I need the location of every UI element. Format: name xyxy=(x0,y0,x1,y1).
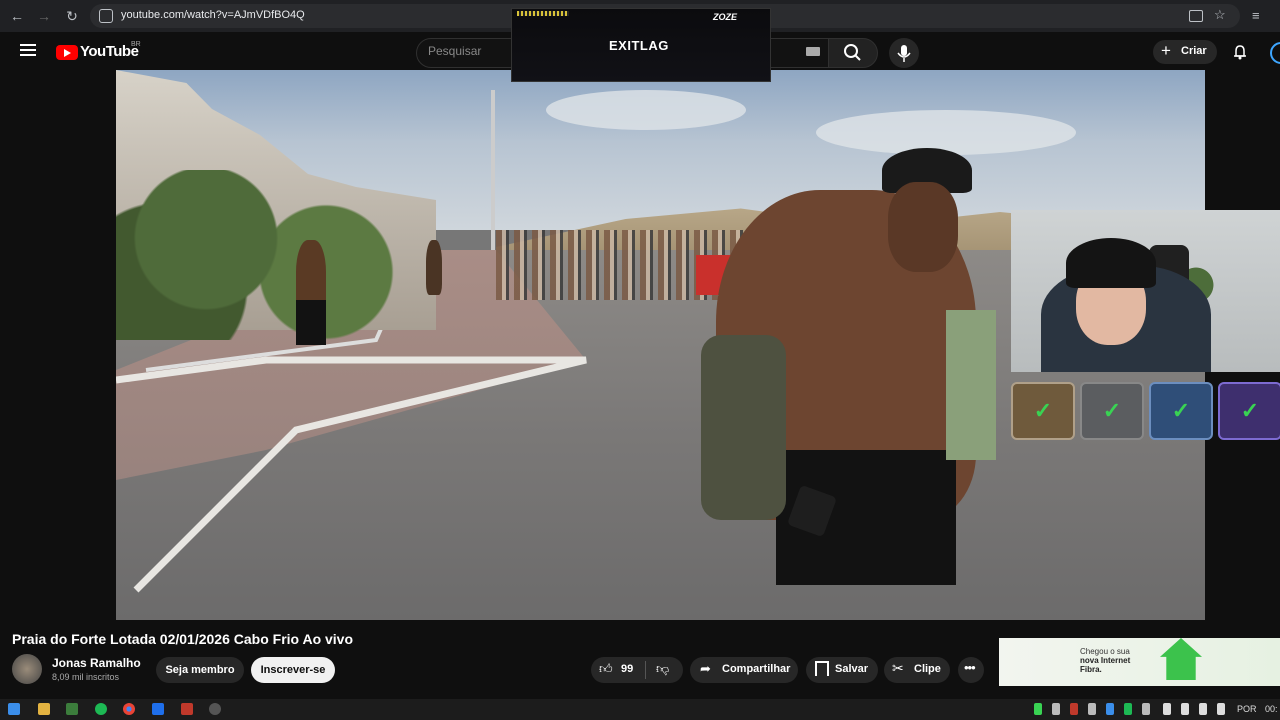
spotify-icon[interactable] xyxy=(95,703,107,715)
notifications-bell-icon[interactable] xyxy=(1232,44,1248,65)
banner-brand: EXITLAG xyxy=(609,38,669,53)
url-text: youtube.com/watch?v=AJmVDfBO4Q xyxy=(121,9,305,21)
browser-menu-icon[interactable]: ≡ xyxy=(1252,8,1260,23)
video-person-left-shorts xyxy=(296,300,326,345)
region-badge: BR xyxy=(131,41,141,48)
tray-icon[interactable] xyxy=(1034,703,1042,715)
tray-icon[interactable] xyxy=(1052,703,1060,715)
subscribe-button[interactable]: Inscrever-se xyxy=(251,657,335,683)
search-icon xyxy=(844,44,861,61)
chrome-icon[interactable] xyxy=(123,703,135,715)
tray-icon[interactable] xyxy=(1124,703,1132,715)
install-app-icon[interactable] xyxy=(1189,10,1203,22)
file-explorer-icon[interactable] xyxy=(38,703,50,715)
microphone-icon xyxy=(897,45,911,62)
ad-line-1: Chegou o sua xyxy=(1080,647,1130,656)
video-person-runner xyxy=(426,240,442,295)
reload-icon[interactable]: ↻ xyxy=(64,8,80,24)
back-icon[interactable]: ← xyxy=(9,8,25,24)
check-icon: ✓ xyxy=(1102,398,1122,423)
keyboard-icon[interactable] xyxy=(806,47,820,56)
like-icon[interactable]: 👍︎ xyxy=(599,661,613,677)
channel-name[interactable]: Jonas Ramalho xyxy=(52,656,141,670)
create-label: Criar xyxy=(1181,45,1207,57)
subscriber-count: 8,09 mil inscritos xyxy=(52,672,120,682)
tray-icon[interactable] xyxy=(1106,703,1114,715)
share-icon: ➦ xyxy=(700,661,711,676)
youtube-logo-icon[interactable] xyxy=(56,45,78,60)
voice-search-button[interactable] xyxy=(889,38,919,68)
ad-line-3: Fibra. xyxy=(1080,665,1102,674)
video-trees xyxy=(116,170,416,340)
clip-label: Clipe xyxy=(914,663,941,675)
store-icon[interactable] xyxy=(66,703,78,715)
channel-avatar[interactable] xyxy=(12,654,42,684)
app-icon-gray[interactable] xyxy=(209,703,221,715)
plus-icon: + xyxy=(1161,41,1171,60)
taskbar-clock[interactable]: 00: xyxy=(1265,704,1278,714)
windows-start-icon[interactable] xyxy=(8,703,20,715)
save-icon xyxy=(815,661,829,676)
tray-icon[interactable] xyxy=(1088,703,1096,715)
network-icon[interactable] xyxy=(1181,703,1189,715)
share-label: Compartilhar xyxy=(722,663,791,675)
forward-icon[interactable]: → xyxy=(36,8,52,24)
like-divider xyxy=(645,661,646,679)
like-count: 99 xyxy=(621,663,634,675)
item-slot-3: ✓ xyxy=(1149,382,1213,440)
check-icon: ✓ xyxy=(1171,398,1191,423)
tray-icon[interactable] xyxy=(1142,703,1150,715)
check-icon: ✓ xyxy=(1240,398,1260,423)
app-icon-blue[interactable] xyxy=(152,703,164,715)
menu-icon[interactable] xyxy=(20,44,36,46)
scissors-icon: ✂ xyxy=(892,660,904,676)
check-icon: ✓ xyxy=(1033,398,1053,423)
speaker-icon[interactable] xyxy=(1217,703,1225,715)
video-face xyxy=(888,182,958,272)
video-lamp-post xyxy=(491,90,495,250)
item-slot-4: ✓ xyxy=(1218,382,1280,440)
item-slot-2: ✓ xyxy=(1080,382,1144,440)
search-button[interactable] xyxy=(828,38,878,68)
join-button[interactable]: Seja membro xyxy=(156,657,244,683)
app-icon-red[interactable] xyxy=(181,703,193,715)
streamer-webcam xyxy=(1011,210,1280,372)
battery-icon[interactable] xyxy=(1199,703,1207,715)
search-placeholder: Pesquisar xyxy=(428,44,482,58)
site-info-icon[interactable] xyxy=(99,9,113,23)
tray-icon[interactable] xyxy=(1070,703,1078,715)
more-icon: ••• xyxy=(964,660,976,675)
banner-partner: ZOZE xyxy=(713,12,737,22)
sponsored-ad[interactable] xyxy=(999,638,1280,686)
item-slot-1: ✓ xyxy=(1011,382,1075,440)
video-title: Praia do Forte Lotada 02/01/2026 Cabo Fr… xyxy=(12,631,354,647)
video-camo-bag xyxy=(701,335,786,520)
language-indicator[interactable]: POR xyxy=(1237,704,1257,714)
ad-line-2: nova Internet xyxy=(1080,656,1131,665)
youtube-logo-text[interactable]: YouTube xyxy=(80,43,139,60)
dislike-icon[interactable]: 👎︎ xyxy=(656,661,669,677)
banner-stripe xyxy=(517,11,569,16)
save-label: Salvar xyxy=(835,663,869,675)
ad-text: Chegou o sua nova Internet Fibra. xyxy=(1080,647,1130,674)
webcam-hat xyxy=(1066,238,1156,288)
bookmark-star-icon[interactable]: ☆ xyxy=(1214,7,1226,23)
video-background-person xyxy=(946,310,996,460)
volume-icon[interactable] xyxy=(1163,703,1171,715)
